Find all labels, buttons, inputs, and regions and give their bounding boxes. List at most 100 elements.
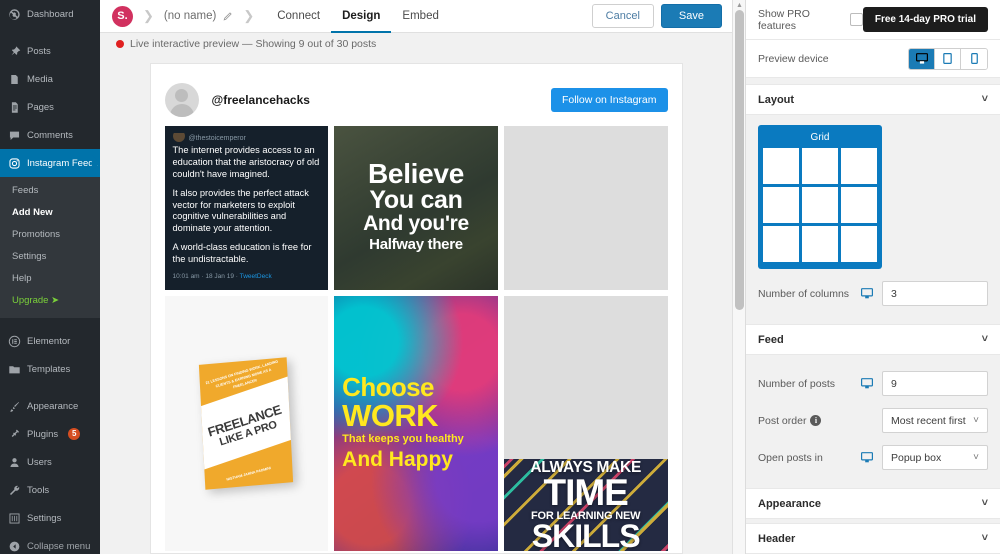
quote-line: Believe (368, 158, 464, 190)
sidebar-subitem-add-new[interactable]: Add New (0, 202, 100, 224)
section-header-appearance[interactable]: Appearance ˅ (746, 488, 1000, 519)
section-title: Layout (758, 93, 795, 106)
cancel-button[interactable]: Cancel (591, 4, 654, 28)
sidebar-subitem-feeds[interactable]: Feeds (0, 180, 100, 202)
preview-device-label: Preview device (758, 52, 829, 65)
tweet-time: 10:01 am · 18 Jan 19 · (172, 273, 240, 281)
feed-post-item[interactable]: @thestoicemperor The internet provides a… (164, 126, 329, 290)
sidebar-item-tools[interactable]: Tools (0, 476, 100, 504)
scrollbar-thumb[interactable] (735, 10, 744, 310)
sidebar-subitem-help[interactable]: Help (0, 268, 100, 290)
number-of-columns-label: Number of columns (758, 287, 850, 300)
section-header-feed[interactable]: Feed ˅ (746, 324, 1000, 355)
section-header-layout[interactable]: Layout ˅ (746, 84, 1000, 115)
sidebar-item-label: Users (27, 456, 52, 468)
quote-line: And Happy (342, 448, 453, 472)
quote-line: Halfway there (369, 235, 463, 253)
pin-icon (7, 44, 21, 58)
sidebar-item-dashboard[interactable]: Dashboard (0, 0, 100, 28)
post-order-select[interactable]: Most recent first ˅ (882, 408, 988, 433)
post-choose-work-quote: Choose WORK That keeps you healthy And H… (334, 295, 498, 551)
quote-line: SKILLS (531, 517, 641, 551)
show-pro-features-checkbox[interactable] (849, 13, 863, 26)
feed-post-item[interactable]: 21 LESSONS ON FINDING WORK, LANDING CLIE… (164, 295, 329, 551)
desktop-icon (861, 378, 873, 389)
number-of-posts-label: Number of posts (758, 377, 836, 390)
brush-icon (7, 399, 21, 413)
sidebar-item-plugins[interactable]: Plugins 5 (0, 420, 100, 448)
section-title: Feed (758, 333, 784, 346)
tweet-source: TweetDeck (239, 273, 272, 281)
chevron-down-icon: ˅ (981, 532, 988, 544)
feed-post-item[interactable]: HARD CHOICES, EASY LIFE. EASY CHOICES, H… (503, 126, 668, 290)
comments-icon (7, 128, 21, 142)
section-header-header[interactable]: Header ˅ (746, 523, 1000, 554)
builder-tabs: Connect Design Embed (266, 0, 450, 33)
open-posts-in-row: Open posts in Popup box ˅ (758, 445, 988, 470)
show-pro-features-label: Show PRO features (758, 7, 810, 32)
sidebar-item-comments[interactable]: Comments (0, 121, 100, 149)
grid-cell (841, 226, 877, 262)
grid-cell (763, 187, 799, 223)
sidebar-item-users[interactable]: Users (0, 448, 100, 476)
pencil-icon[interactable] (222, 11, 233, 22)
sidebar-item-label: Comments (27, 129, 73, 141)
chevron-right-icon: ❯ (143, 8, 154, 23)
section-title: Appearance (758, 497, 821, 510)
main-area: S. ❯ (no name) ❯ Connect Design Embed Ca… (100, 0, 732, 554)
quote-line: And you're (363, 211, 469, 235)
sidebar-item-media[interactable]: Media (0, 65, 100, 93)
feed-post-item[interactable]: Choose WORK That keeps you healthy And H… (334, 295, 498, 551)
sidebar-subitem-upgrade[interactable]: Upgrade ➤ (0, 290, 100, 312)
save-button[interactable]: Save (660, 4, 722, 28)
sidebar-item-label: Collapse menu (27, 540, 91, 552)
tweet-meta: 10:01 am · 18 Jan 19 · TweetDeck (173, 273, 321, 280)
tablet-device-button[interactable] (935, 48, 961, 69)
sidebar-divider-3 (0, 383, 100, 392)
tab-embed[interactable]: Embed (391, 0, 449, 33)
post-order-text: Post order (758, 414, 807, 427)
free-pro-trial-button[interactable]: Free 14-day PRO trial (862, 7, 988, 32)
feed-post-grid: @thestoicemperor The internet provides a… (164, 126, 668, 554)
sidebar-item-posts[interactable]: Posts (0, 37, 100, 65)
book-cover: 21 LESSONS ON FINDING WORK, LANDING CLIE… (199, 356, 294, 490)
mobile-device-button[interactable] (961, 48, 987, 69)
sidebar-item-templates[interactable]: Templates (0, 355, 100, 383)
user-icon (7, 455, 21, 469)
preview-vertical-scrollbar[interactable]: ▲ (732, 0, 745, 554)
sidebar-item-label: Dashboard (27, 8, 74, 20)
sidebar-item-pages[interactable]: Pages (0, 93, 100, 121)
tab-connect[interactable]: Connect (266, 0, 331, 33)
sidebar-item-elementor[interactable]: Elementor (0, 327, 100, 355)
feed-post-item[interactable]: Believe You can And you're Halfway there (334, 126, 498, 290)
follow-on-instagram-button[interactable]: Follow on Instagram (550, 88, 668, 112)
chevron-down-icon: ˅ (973, 452, 979, 463)
layout-option-label: Grid (810, 132, 830, 143)
templates-icon (7, 362, 21, 376)
info-icon[interactable]: i (810, 415, 822, 426)
layout-option-grid[interactable]: Grid (758, 125, 882, 269)
grid-cell (802, 226, 838, 262)
section-body-layout: Grid Number of columns (746, 115, 1000, 318)
sidebar-item-settings[interactable]: Settings (0, 504, 100, 532)
number-of-columns-input[interactable] (882, 281, 988, 306)
sidebar-item-instagram-feeds[interactable]: Instagram Feeds (0, 149, 100, 177)
number-of-columns-row: Number of columns (758, 281, 988, 306)
quote-line: TIME (543, 472, 628, 514)
desktop-device-button[interactable] (909, 48, 935, 69)
feed-post-item[interactable]: ALWAYS MAKE TIME FOR LEARNING NEW SKILLS (503, 295, 668, 551)
open-posts-in-select[interactable]: Popup box ˅ (882, 445, 988, 470)
preview-scroll-area[interactable]: @freelancehacks Follow on Instagram @the… (100, 55, 732, 554)
number-of-posts-input[interactable] (882, 371, 988, 396)
open-posts-in-label: Open posts in (758, 451, 823, 464)
sidebar-subitem-settings[interactable]: Settings (0, 246, 100, 268)
sidebar-subitem-promotions[interactable]: Promotions (0, 224, 100, 246)
chevron-right-icon-2: ❯ (243, 8, 255, 23)
tab-design[interactable]: Design (331, 0, 391, 33)
post-order-row: Post order i Most recent first ˅ (758, 408, 988, 433)
sidebar-item-appearance[interactable]: Appearance (0, 392, 100, 420)
chevron-up-icon[interactable]: ▲ (736, 2, 743, 9)
tweet-handle: @thestoicemperor (188, 134, 246, 142)
chevron-up-icon: ˅ (981, 333, 988, 345)
sidebar-item-collapse-menu[interactable]: Collapse menu (0, 532, 100, 554)
